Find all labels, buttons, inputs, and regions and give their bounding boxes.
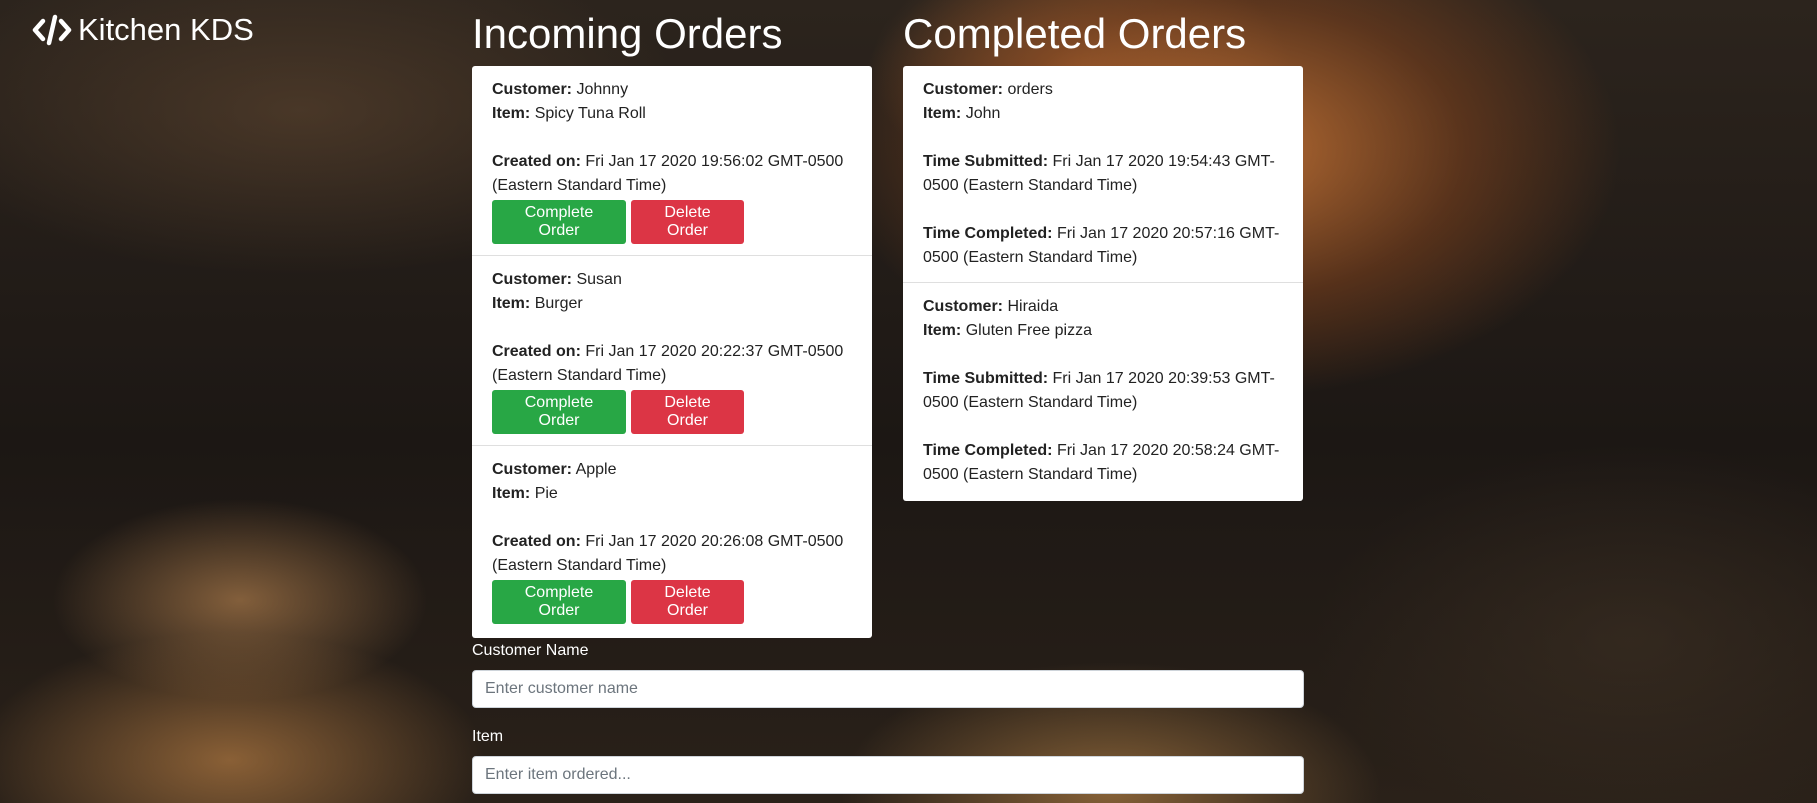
- customer-value: orders: [1007, 81, 1053, 98]
- created-line: Created on: Fri Jan 17 2020 20:22:37 GMT…: [492, 340, 852, 364]
- item-value: John: [965, 105, 1001, 122]
- created-value: Fri Jan 17 2020 20:22:37 GMT-0500: [585, 343, 844, 360]
- item-line: Item: Pie: [492, 482, 852, 506]
- incoming-order: Customer: Apple Item: Pie Created on: Fr…: [472, 446, 872, 636]
- completed-time-line: Time Completed: Fri Jan 17 2020 20:58:24…: [923, 439, 1283, 463]
- delete-order-button[interactable]: Delete Order: [631, 390, 744, 434]
- completed-time-value-cont: 0500 (Eastern Standard Time): [923, 466, 1138, 483]
- customer-value: Susan: [576, 271, 622, 288]
- incoming-orders-list: Customer: Johnny Item: Spicy Tuna Roll C…: [472, 66, 872, 638]
- item-line: Item: John: [923, 102, 1283, 126]
- item-value: Pie: [534, 485, 558, 502]
- delete-order-button[interactable]: Delete Order: [631, 200, 744, 244]
- created-label: Created on:: [492, 343, 581, 360]
- completed-order: Customer: orders Item: John Time Submitt…: [903, 66, 1303, 283]
- incoming-order: Customer: Johnny Item: Spicy Tuna Roll C…: [472, 66, 872, 256]
- item-label: Item:: [492, 485, 531, 502]
- item-label: Item:: [492, 295, 531, 312]
- submitted-value: Fri Jan 17 2020 20:39:53 GMT-: [1052, 370, 1275, 387]
- created-value-cont: (Eastern Standard Time): [492, 367, 667, 384]
- submitted-value-cont: 0500 (Eastern Standard Time): [923, 394, 1138, 411]
- completed-time-label: Time Completed:: [923, 442, 1053, 459]
- created-value: Fri Jan 17 2020 19:56:02 GMT-0500: [585, 153, 844, 170]
- completed-time-value-cont: 0500 (Eastern Standard Time): [923, 249, 1138, 266]
- completed-order: Customer: Hiraida Item: Gluten Free pizz…: [903, 283, 1303, 501]
- complete-order-button[interactable]: Complete Order: [492, 390, 626, 434]
- incoming-order: Customer: Susan Item: Burger Created on:…: [472, 256, 872, 446]
- item-input[interactable]: [472, 756, 1304, 794]
- created-value: Fri Jan 17 2020 20:26:08 GMT-0500: [585, 533, 844, 550]
- customer-value: Apple: [575, 461, 617, 478]
- brand-logo[interactable]: Kitchen KDS: [32, 10, 254, 50]
- incoming-orders-title: Incoming Orders: [472, 10, 783, 57]
- created-value-cont: (Eastern Standard Time): [492, 177, 667, 194]
- customer-name-input[interactable]: [472, 670, 1304, 708]
- submitted-label: Time Submitted:: [923, 153, 1049, 170]
- created-line: Created on: Fri Jan 17 2020 20:26:08 GMT…: [492, 530, 852, 554]
- customer-value: Hiraida: [1007, 298, 1059, 315]
- submitted-line: Time Submitted: Fri Jan 17 2020 20:39:53…: [923, 367, 1283, 391]
- created-value-cont: (Eastern Standard Time): [492, 557, 667, 574]
- submitted-label: Time Submitted:: [923, 370, 1049, 387]
- customer-line: Customer: Susan: [492, 268, 852, 292]
- item-label: Item:: [492, 105, 531, 122]
- complete-order-button[interactable]: Complete Order: [492, 580, 626, 624]
- customer-label: Customer:: [492, 81, 573, 98]
- code-icon: [32, 14, 72, 46]
- customer-line: Customer: Hiraida: [923, 295, 1283, 319]
- brand-name: Kitchen KDS: [78, 12, 254, 47]
- item-value: Burger: [534, 295, 583, 312]
- created-line: Created on: Fri Jan 17 2020 19:56:02 GMT…: [492, 150, 852, 174]
- item-label: Item:: [923, 105, 962, 122]
- created-label: Created on:: [492, 153, 581, 170]
- delete-order-button[interactable]: Delete Order: [631, 580, 744, 624]
- completed-orders-title: Completed Orders: [903, 10, 1247, 57]
- created-label: Created on:: [492, 533, 581, 550]
- customer-line: Customer: Apple: [492, 458, 852, 482]
- submitted-value: Fri Jan 17 2020 19:54:43 GMT-: [1052, 153, 1275, 170]
- completed-orders-list: Customer: orders Item: John Time Submitt…: [903, 66, 1303, 501]
- customer-label: Customer:: [923, 81, 1004, 98]
- item-label: Item:: [923, 322, 962, 339]
- item-label: Item: [472, 728, 504, 745]
- item-line: Item: Gluten Free pizza: [923, 319, 1283, 343]
- item-line: Item: Burger: [492, 292, 852, 316]
- completed-time-label: Time Completed:: [923, 225, 1053, 242]
- customer-label: Customer:: [492, 461, 573, 478]
- completed-time-line: Time Completed: Fri Jan 17 2020 20:57:16…: [923, 222, 1283, 246]
- customer-name-label: Customer Name: [472, 642, 589, 659]
- completed-time-value: Fri Jan 17 2020 20:58:24 GMT-: [1056, 442, 1280, 459]
- customer-line: Customer: Johnny: [492, 78, 852, 102]
- item-value: Gluten Free pizza: [965, 322, 1092, 339]
- item-line: Item: Spicy Tuna Roll: [492, 102, 852, 126]
- completed-time-value: Fri Jan 17 2020 20:57:16 GMT-: [1056, 225, 1280, 242]
- customer-label: Customer:: [923, 298, 1004, 315]
- submitted-value-cont: 0500 (Eastern Standard Time): [923, 177, 1138, 194]
- customer-label: Customer:: [492, 271, 573, 288]
- complete-order-button[interactable]: Complete Order: [492, 200, 626, 244]
- customer-value: Johnny: [576, 81, 629, 98]
- customer-line: Customer: orders: [923, 78, 1283, 102]
- item-value: Spicy Tuna Roll: [534, 105, 646, 122]
- submitted-line: Time Submitted: Fri Jan 17 2020 19:54:43…: [923, 150, 1283, 174]
